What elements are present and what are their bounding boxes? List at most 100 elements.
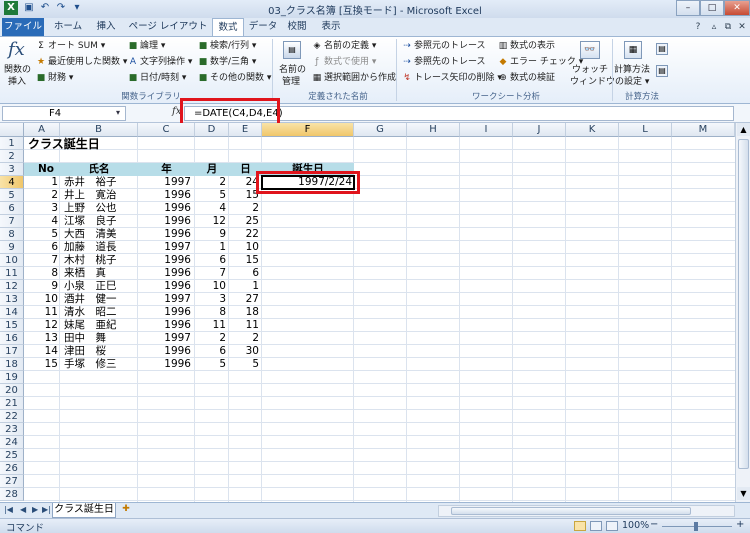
cell-month[interactable]: 10: [195, 280, 226, 293]
help-icon[interactable]: ?: [692, 21, 704, 33]
cell-month[interactable]: 9: [195, 228, 226, 241]
cell-month[interactable]: 4: [195, 202, 226, 215]
column-header-g[interactable]: G: [354, 123, 407, 137]
cell-no[interactable]: 14: [24, 345, 58, 358]
cell-year[interactable]: 1997: [138, 293, 191, 306]
row-header[interactable]: 16: [0, 332, 24, 345]
cell-year[interactable]: 1997: [138, 241, 191, 254]
tab-home[interactable]: ホーム: [48, 18, 88, 36]
zoom-level[interactable]: 100%: [622, 520, 649, 531]
first-sheet-button[interactable]: |◀: [4, 505, 13, 514]
cell-day[interactable]: 15: [229, 254, 259, 267]
column-header-a[interactable]: A: [24, 123, 60, 137]
new-sheet-icon[interactable]: ✚: [118, 504, 134, 516]
cell-name[interactable]: 手塚 修三: [64, 358, 138, 371]
cell-month[interactable]: 8: [195, 306, 226, 319]
row-header[interactable]: 7: [0, 215, 24, 228]
cell-name[interactable]: 大西 清美: [64, 228, 138, 241]
column-header-f[interactable]: F: [262, 123, 354, 137]
cell-day[interactable]: 15: [229, 189, 259, 202]
cell-day[interactable]: 2: [229, 202, 259, 215]
row-header[interactable]: 22: [0, 410, 24, 423]
page-layout-view-icon[interactable]: [590, 521, 602, 531]
cell-day[interactable]: 18: [229, 306, 259, 319]
row-header[interactable]: 12: [0, 280, 24, 293]
evaluate-formula-button[interactable]: ⊕ 数式の検証: [498, 72, 555, 84]
row-header[interactable]: 9: [0, 241, 24, 254]
sheet-tab-active[interactable]: クラス誕生日: [52, 503, 116, 518]
tab-file[interactable]: ファイル: [2, 18, 44, 36]
cell-year[interactable]: 1996: [138, 215, 191, 228]
cell-year[interactable]: 1996: [138, 254, 191, 267]
zoom-out-button[interactable]: −: [650, 519, 658, 530]
close-button[interactable]: ✕: [724, 0, 750, 16]
column-header-k[interactable]: K: [566, 123, 619, 137]
cell-year[interactable]: 1996: [138, 267, 191, 280]
row-header[interactable]: 13: [0, 293, 24, 306]
cell-month[interactable]: 2: [195, 332, 226, 345]
cell-year[interactable]: 1996: [138, 228, 191, 241]
zoom-slider-thumb[interactable]: [694, 522, 698, 531]
financial-button[interactable]: ■ 財務 ▾: [36, 72, 74, 84]
column-header-c[interactable]: C: [138, 123, 195, 137]
cell-month[interactable]: 6: [195, 345, 226, 358]
cell-month[interactable]: 7: [195, 267, 226, 280]
cell-name[interactable]: 津田 桜: [64, 345, 138, 358]
row-header[interactable]: 3: [0, 163, 24, 176]
cell-name[interactable]: 来栖 真: [64, 267, 138, 280]
cell-name[interactable]: 田中 舞: [64, 332, 138, 345]
cell-name[interactable]: 清水 昭二: [64, 306, 138, 319]
cell-year[interactable]: 1996: [138, 358, 191, 371]
cell-no[interactable]: 9: [24, 280, 58, 293]
cell-year[interactable]: 1996: [138, 280, 191, 293]
row-header[interactable]: 27: [0, 475, 24, 488]
name-box[interactable]: F4: [2, 106, 126, 121]
column-header-h[interactable]: H: [407, 123, 460, 137]
tab-page-layout[interactable]: ページ レイアウト: [126, 18, 210, 36]
column-header-d[interactable]: D: [195, 123, 229, 137]
cell-name[interactable]: 井上 寛治: [64, 189, 138, 202]
cell-month[interactable]: 1: [195, 241, 226, 254]
cell-no[interactable]: 4: [24, 215, 58, 228]
cell-no[interactable]: 11: [24, 306, 58, 319]
cell-month[interactable]: 5: [195, 189, 226, 202]
cell-month[interactable]: 6: [195, 254, 226, 267]
cell-day[interactable]: 1: [229, 280, 259, 293]
select-all-corner[interactable]: [0, 123, 24, 137]
cell-day[interactable]: 11: [229, 319, 259, 332]
cell-month[interactable]: 5: [195, 358, 226, 371]
zoom-in-button[interactable]: +: [736, 519, 744, 530]
cell-no[interactable]: 6: [24, 241, 58, 254]
cell-month[interactable]: 2: [195, 176, 226, 189]
cell-name[interactable]: 加藤 道長: [64, 241, 138, 254]
cell-name[interactable]: 赤井 裕子: [64, 176, 138, 189]
ribbon-minimize-icon[interactable]: ▵: [708, 21, 720, 33]
cell-year[interactable]: 1996: [138, 345, 191, 358]
create-from-selection-button[interactable]: ▦ 選択範囲から作成: [312, 72, 396, 84]
cell-year[interactable]: 1996: [138, 306, 191, 319]
name-manager-button[interactable]: ▤ 名前の 管理: [276, 39, 308, 89]
row-header[interactable]: 20: [0, 384, 24, 397]
minimize-button[interactable]: –: [676, 0, 700, 16]
show-formulas-button[interactable]: ▥ 数式の表示: [498, 40, 555, 52]
prev-sheet-button[interactable]: ◀: [20, 505, 26, 514]
cell-year[interactable]: 1996: [138, 202, 191, 215]
row-header[interactable]: 4: [0, 176, 24, 189]
page-break-view-icon[interactable]: [606, 521, 618, 531]
cell-no[interactable]: 13: [24, 332, 58, 345]
cell-no[interactable]: 15: [24, 358, 58, 371]
scroll-up-icon[interactable]: ▲: [737, 123, 750, 136]
define-name-button[interactable]: ◈ 名前の定義 ▾: [312, 40, 377, 52]
cell-name[interactable]: 小泉 正巳: [64, 280, 138, 293]
use-in-formula-button[interactable]: ƒ 数式で使用 ▾: [312, 56, 376, 68]
column-header-b[interactable]: B: [60, 123, 138, 137]
row-header[interactable]: 10: [0, 254, 24, 267]
cell-no[interactable]: 2: [24, 189, 58, 202]
watch-window-button[interactable]: 👓 ウォッチ ウィンドウ: [570, 39, 615, 89]
cell-month[interactable]: 3: [195, 293, 226, 306]
calculate-now-icon[interactable]: ▤: [656, 43, 668, 55]
cell-month[interactable]: 12: [195, 215, 226, 228]
row-header[interactable]: 14: [0, 306, 24, 319]
row-header[interactable]: 19: [0, 371, 24, 384]
more-functions-button[interactable]: ■ その他の関数 ▾: [198, 72, 272, 84]
